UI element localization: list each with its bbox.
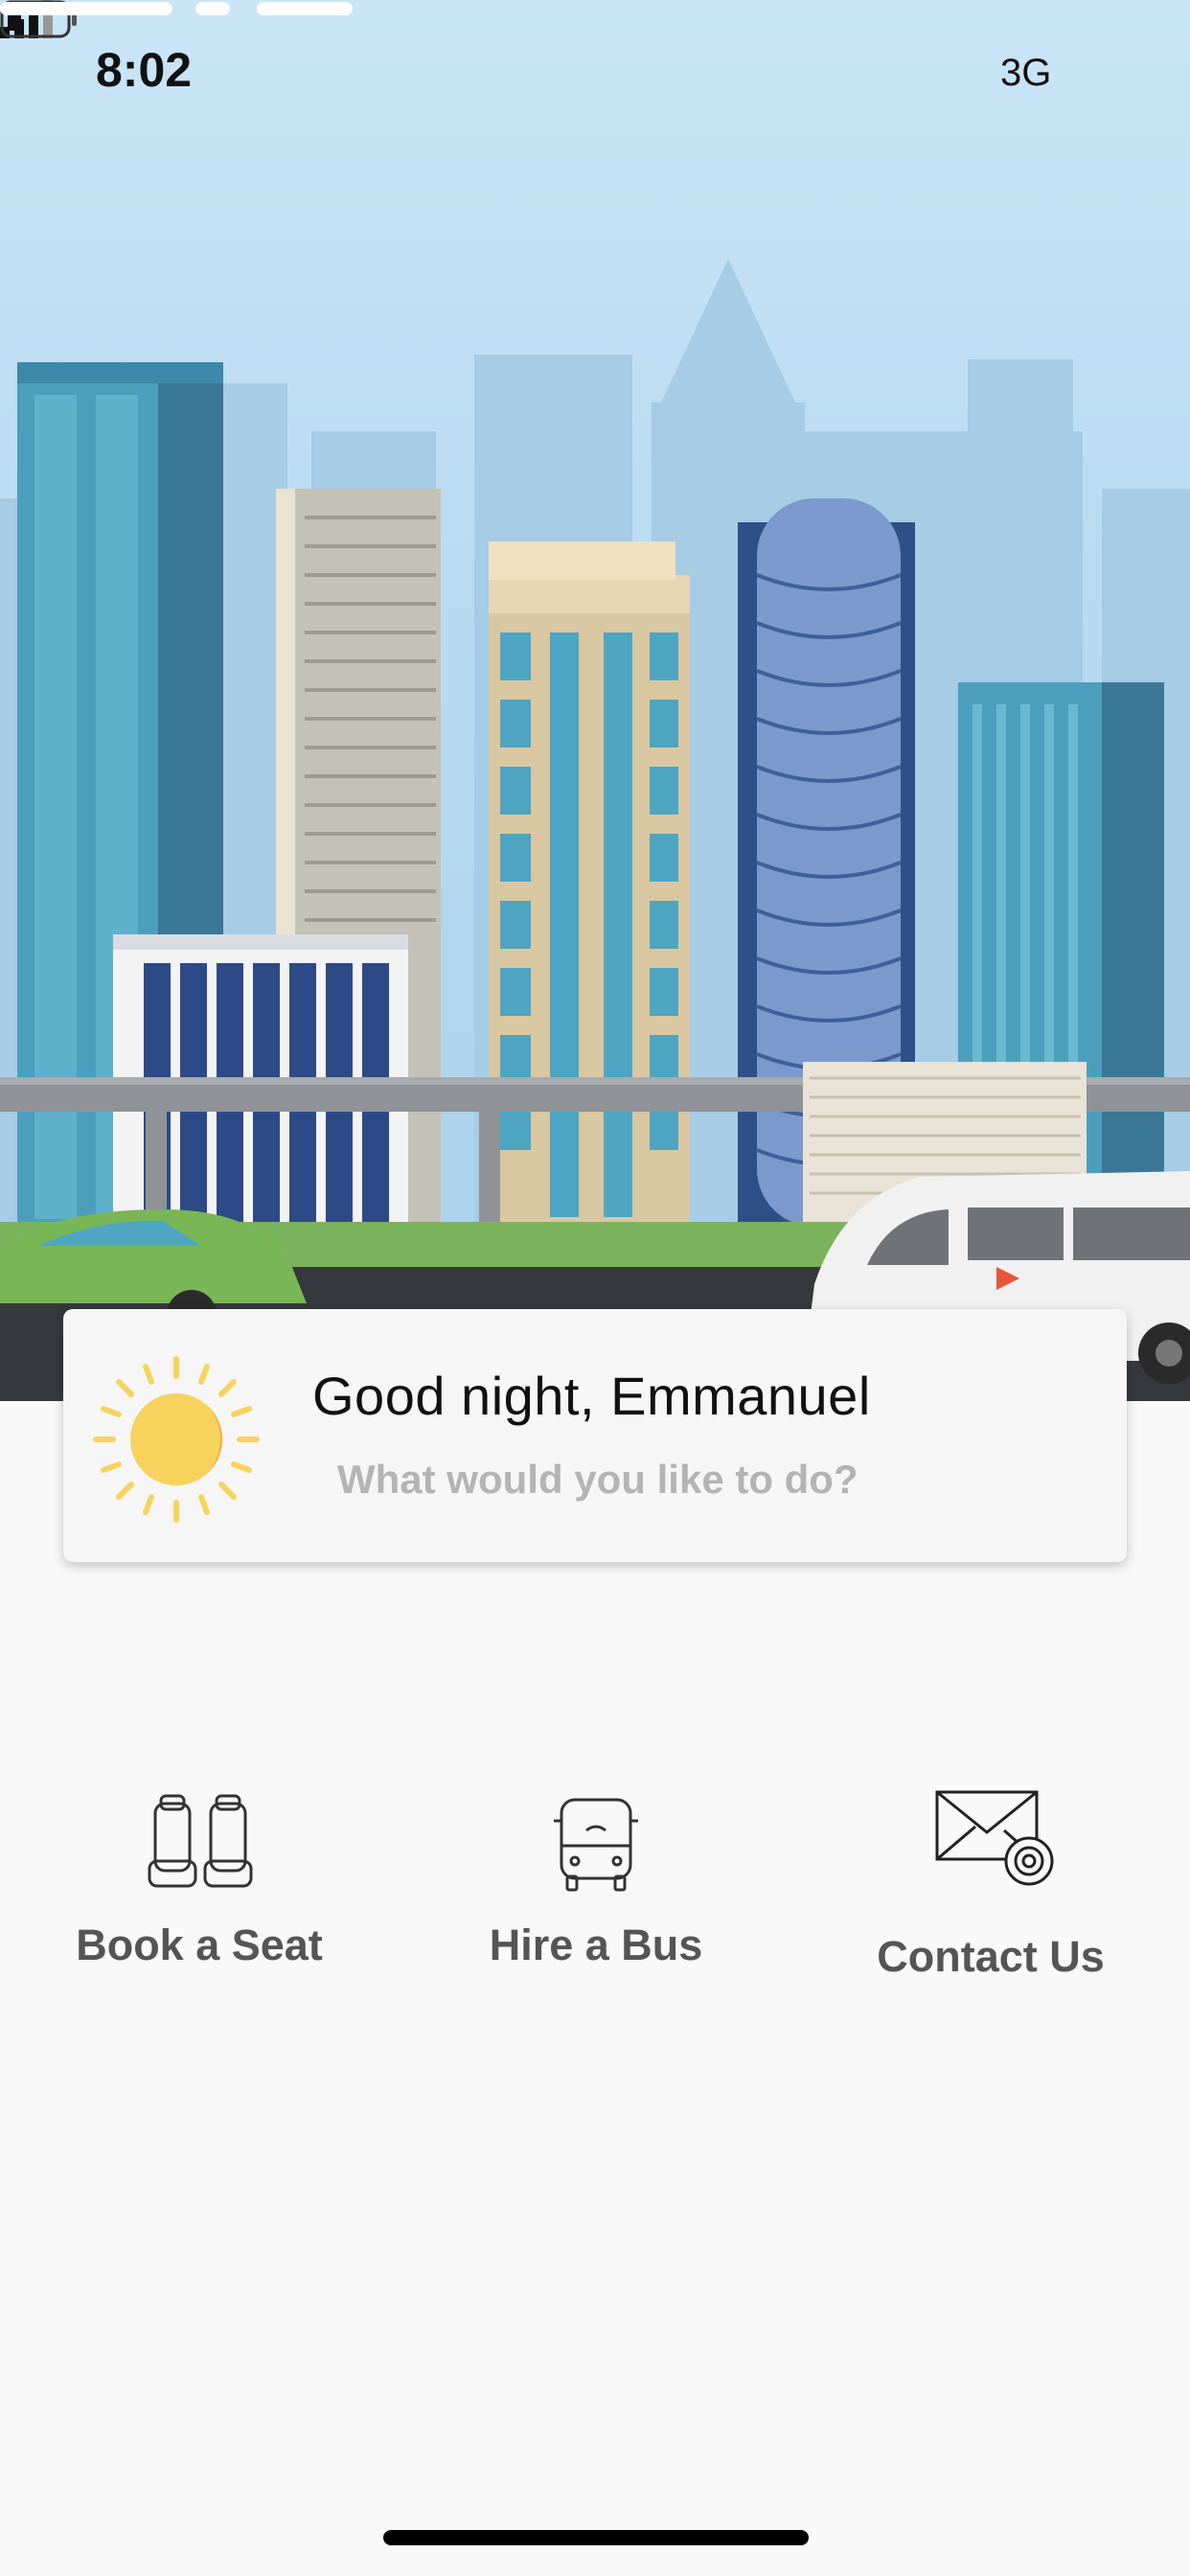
- home-indicator[interactable]: [383, 2530, 809, 2545]
- status-time: 8:02: [96, 43, 193, 97]
- network-type: 3G: [1000, 52, 1052, 94]
- mail-icon: [935, 1790, 1054, 1886]
- decorative-dashes: [0, 2, 353, 15]
- hire-a-bus-label: Hire a Bus: [489, 1920, 703, 1969]
- greeting-subtitle: What would you like to do?: [337, 1457, 858, 1502]
- book-a-seat-button[interactable]: Book a Seat: [17, 1782, 381, 2032]
- hire-a-bus-button[interactable]: Hire a Bus: [414, 1782, 778, 2032]
- contact-us-button[interactable]: Contact Us: [809, 1782, 1173, 2032]
- book-a-seat-label: Book a Seat: [76, 1920, 323, 1969]
- city-skyline-illustration: [0, 259, 1190, 1401]
- greeting-card: Good night, Emmanuel What would you like…: [63, 1309, 1127, 1562]
- bus-icon: [554, 1798, 638, 1892]
- status-bar: 8:02 3G: [0, 0, 1190, 144]
- seat-icon: [148, 1794, 253, 1888]
- hero-illustration: 8:02 3G: [0, 0, 1190, 1401]
- contact-us-label: Contact Us: [877, 1932, 1105, 1981]
- sun-icon: [93, 1356, 260, 1523]
- greeting-title: Good night, Emmanuel: [312, 1366, 871, 1426]
